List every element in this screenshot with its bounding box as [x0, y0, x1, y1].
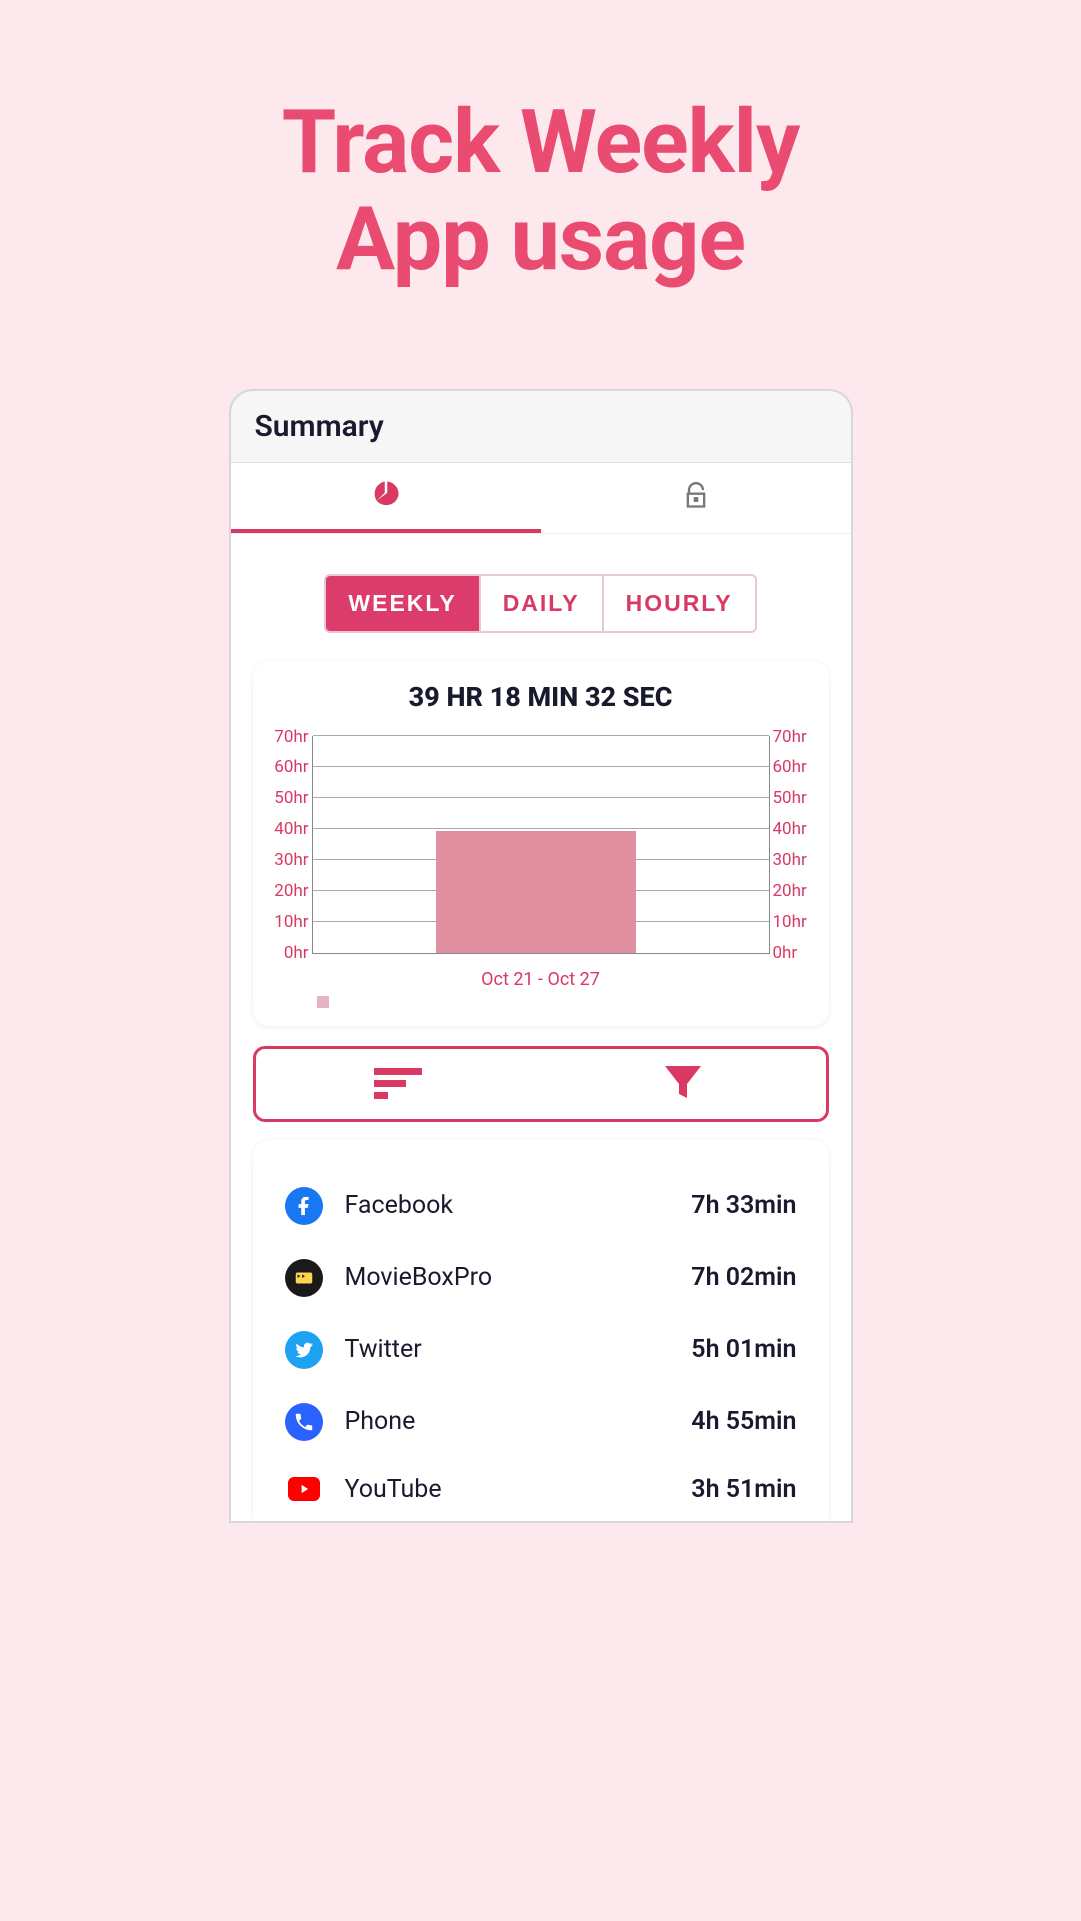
chart-area: 70hr 60hr 50hr 40hr 30hr 20hr 10hr 0hr	[269, 727, 813, 963]
app-row[interactable]: Twitter5h 01min	[285, 1314, 797, 1386]
sort-button[interactable]	[256, 1049, 541, 1119]
sort-filter-bar	[253, 1046, 829, 1122]
top-tabs	[231, 463, 851, 534]
facebook-icon	[285, 1187, 323, 1225]
app-row[interactable]: YouTube3h 51min	[285, 1458, 797, 1521]
twitter-icon	[285, 1331, 323, 1369]
pie-chart-icon	[371, 479, 401, 513]
legend-dot	[317, 996, 329, 1008]
app-name: Facebook	[345, 1191, 692, 1220]
chart-card: 39 HR 18 MIN 32 SEC 70hr 60hr 50hr 40hr …	[253, 661, 829, 1026]
app-name: Twitter	[345, 1335, 692, 1364]
promo-line1: Track Weekly	[40, 95, 1041, 192]
chart-bar	[436, 831, 637, 953]
chart-plot	[312, 736, 770, 954]
app-name: Phone	[345, 1407, 692, 1436]
filter-button[interactable]	[541, 1049, 826, 1119]
period-weekly-button[interactable]: WEEKLY	[326, 576, 478, 631]
sort-icon	[370, 1062, 426, 1106]
app-time: 7h 02min	[691, 1263, 796, 1292]
phone-icon	[285, 1403, 323, 1441]
chart-total-label: 39 HR 18 MIN 32 SEC	[269, 681, 813, 713]
app-time: 7h 33min	[691, 1191, 796, 1220]
app-list: Facebook7h 33minMovieBoxPro7h 02minTwitt…	[253, 1140, 829, 1521]
app-time: 5h 01min	[691, 1335, 796, 1364]
period-hourly-button[interactable]: HOURLY	[602, 576, 755, 631]
youtube-icon	[288, 1477, 320, 1501]
lock-icon	[682, 482, 710, 514]
app-time: 4h 55min	[691, 1407, 796, 1436]
app-header: Summary	[231, 391, 851, 463]
period-toggle: WEEKLY DAILY HOURLY	[231, 574, 851, 633]
page-title: Summary	[255, 409, 827, 444]
app-name: YouTube	[345, 1475, 692, 1504]
y-axis-left: 70hr 60hr 50hr 40hr 30hr 20hr 10hr 0hr	[269, 727, 309, 963]
app-time: 3h 51min	[691, 1475, 796, 1504]
promo-line2: App usage	[40, 192, 1041, 289]
tab-chart[interactable]	[231, 463, 541, 533]
promo-title: Track Weekly App usage	[0, 0, 1081, 349]
filter-icon	[659, 1058, 707, 1110]
app-row[interactable]: MovieBoxPro7h 02min	[285, 1242, 797, 1314]
app-name: MovieBoxPro	[345, 1263, 692, 1292]
app-body: WEEKLY DAILY HOURLY 39 HR 18 MIN 32 SEC …	[231, 463, 851, 1521]
chart-xlabel: Oct 21 - Oct 27	[269, 969, 813, 990]
phone-frame: Summary WEEKLY DAILY HOURLY 39 HR 18	[229, 389, 853, 1523]
moviebox-icon	[285, 1259, 323, 1297]
y-axis-right: 70hr 60hr 50hr 40hr 30hr 20hr 10hr 0hr	[773, 727, 813, 963]
app-row[interactable]: Facebook7h 33min	[285, 1170, 797, 1242]
tab-lock[interactable]	[541, 463, 851, 533]
app-row[interactable]: Phone4h 55min	[285, 1386, 797, 1458]
period-daily-button[interactable]: DAILY	[479, 576, 602, 631]
